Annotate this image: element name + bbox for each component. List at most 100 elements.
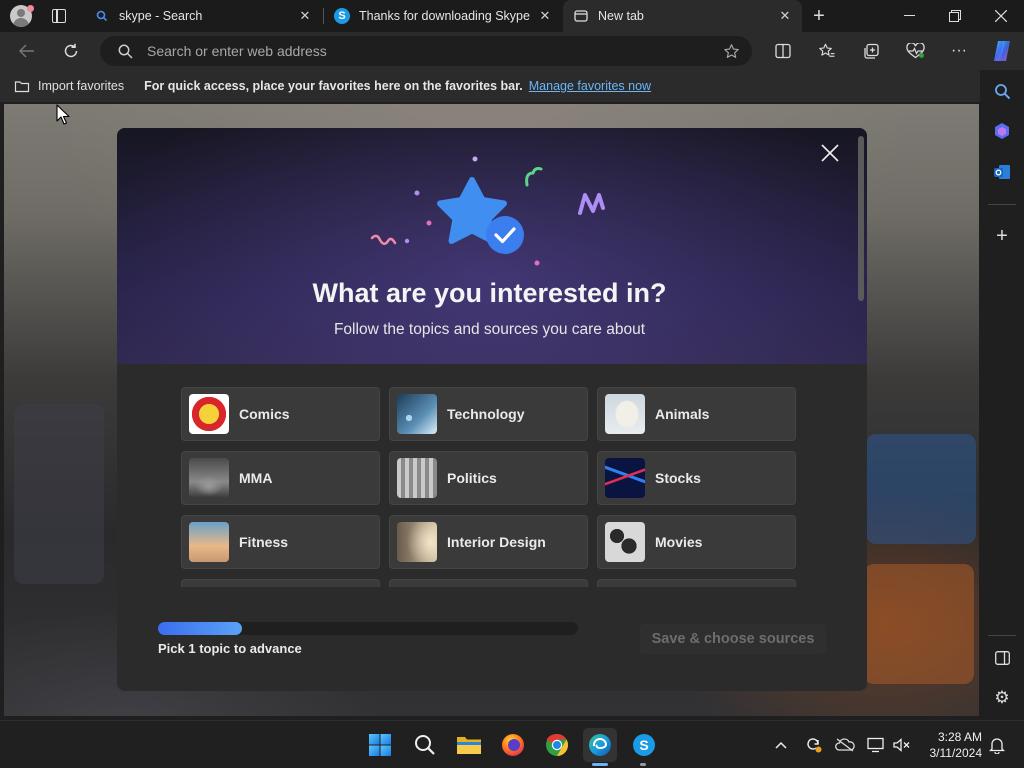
mouse-cursor bbox=[56, 104, 70, 125]
back-arrow-icon[interactable] bbox=[12, 36, 42, 66]
restore-button[interactable] bbox=[932, 0, 978, 32]
skype-running-indicator bbox=[640, 763, 646, 766]
topic-stocks[interactable]: Stocks bbox=[597, 451, 796, 505]
star-check-illustration bbox=[370, 156, 605, 266]
taskbar: S 3:28 AM 3/11/2024 bbox=[0, 720, 1024, 768]
new-tab-button[interactable]: + bbox=[808, 4, 830, 28]
import-favorites-button[interactable]: Import favorites bbox=[38, 79, 124, 93]
sidebar-divider bbox=[988, 635, 1016, 636]
tab-new-tab[interactable]: New tab ✕ bbox=[563, 0, 802, 32]
animals-thumbnail bbox=[605, 394, 645, 434]
close-tab-icon[interactable]: ✕ bbox=[294, 5, 316, 27]
sidebar-divider bbox=[988, 204, 1016, 205]
import-favorites-icon bbox=[14, 79, 30, 93]
chrome-icon[interactable] bbox=[540, 728, 574, 762]
close-tab-icon[interactable]: ✕ bbox=[534, 5, 556, 27]
topic-label: Comics bbox=[239, 406, 290, 422]
refresh-icon[interactable] bbox=[56, 36, 86, 66]
topic-row-partial[interactable] bbox=[389, 579, 588, 587]
technology-thumbnail bbox=[397, 394, 437, 434]
split-screen-icon[interactable] bbox=[768, 36, 798, 66]
sidebar-outlook-icon[interactable] bbox=[987, 157, 1017, 187]
topic-interior-design[interactable]: Interior Design bbox=[389, 515, 588, 569]
firefox-icon[interactable] bbox=[496, 728, 530, 762]
topic-movies[interactable]: Movies bbox=[597, 515, 796, 569]
network-icon[interactable] bbox=[866, 735, 886, 755]
edge-sidebar: + ⚙ bbox=[980, 70, 1024, 718]
favorite-star-icon[interactable] bbox=[723, 43, 740, 60]
copilot-icon[interactable] bbox=[987, 36, 1017, 66]
address-input[interactable] bbox=[147, 43, 723, 59]
movies-thumbnail bbox=[605, 522, 645, 562]
dialog-scrollbar[interactable] bbox=[858, 136, 864, 301]
skype-icon: S bbox=[334, 8, 350, 24]
topic-label: Fitness bbox=[239, 534, 289, 550]
windows-start-icon[interactable] bbox=[363, 728, 397, 762]
tab-title: skype - Search bbox=[119, 9, 203, 23]
progress-label: Pick 1 topic to advance bbox=[158, 641, 302, 656]
topics-scroll-fade bbox=[177, 587, 807, 617]
topic-label: Politics bbox=[447, 470, 497, 486]
collections-icon[interactable] bbox=[856, 36, 886, 66]
progress-fill bbox=[158, 622, 242, 635]
blurred-card bbox=[864, 564, 974, 684]
profile-alert-dot bbox=[27, 5, 34, 12]
close-window-button[interactable] bbox=[978, 0, 1024, 32]
svg-text:S: S bbox=[639, 737, 648, 753]
topic-label: MMA bbox=[239, 470, 273, 486]
browser-essentials-icon[interactable] bbox=[900, 36, 930, 66]
favorites-icon[interactable] bbox=[812, 36, 842, 66]
topic-label: Movies bbox=[655, 534, 703, 550]
topic-politics[interactable]: Politics bbox=[389, 451, 588, 505]
skype-taskbar-icon[interactable]: S bbox=[627, 728, 661, 762]
favorites-bar: Import favorites For quick access, place… bbox=[0, 70, 980, 102]
topic-row-partial[interactable] bbox=[597, 579, 796, 587]
system-clock[interactable]: 3:28 AM 3/11/2024 bbox=[918, 729, 983, 761]
topic-animals[interactable]: Animals bbox=[597, 387, 796, 441]
address-bar[interactable] bbox=[100, 36, 752, 66]
volume-muted-icon[interactable] bbox=[892, 735, 912, 755]
onedrive-icon[interactable] bbox=[835, 735, 855, 755]
progress-track bbox=[158, 622, 578, 635]
more-options-icon[interactable]: ··· bbox=[944, 36, 974, 66]
topic-label: Stocks bbox=[655, 470, 701, 486]
tab-thanks-skype[interactable]: S Thanks for downloading Skype ✕ bbox=[324, 0, 562, 32]
add-sidebar-app-icon[interactable]: + bbox=[987, 221, 1017, 251]
save-and-choose-sources-button[interactable]: Save & choose sources bbox=[640, 624, 826, 654]
topic-comics[interactable]: Comics bbox=[181, 387, 380, 441]
favorites-bar-message: For quick access, place your favorites h… bbox=[144, 79, 523, 93]
close-dialog-button[interactable] bbox=[817, 140, 843, 166]
interior-design-thumbnail bbox=[397, 522, 437, 562]
sidebar-search-icon[interactable] bbox=[987, 76, 1017, 106]
topic-mma[interactable]: MMA bbox=[181, 451, 380, 505]
edge-icon[interactable] bbox=[583, 728, 617, 762]
topic-label: Interior Design bbox=[447, 534, 546, 550]
hide-sidebar-icon[interactable] bbox=[987, 643, 1017, 673]
settings-gear-icon[interactable]: ⚙ bbox=[987, 683, 1017, 713]
dialog-subtitle: Follow the topics and sources you care a… bbox=[333, 321, 646, 338]
topic-row-partial[interactable] bbox=[181, 579, 380, 587]
mma-thumbnail bbox=[189, 458, 229, 498]
minimize-button[interactable] bbox=[886, 0, 932, 32]
tab-actions-icon[interactable] bbox=[52, 9, 66, 23]
clock-date: 3/11/2024 bbox=[929, 746, 983, 760]
update-sync-icon[interactable] bbox=[803, 735, 823, 755]
interests-dialog: What are you interested in? Follow the t… bbox=[117, 128, 867, 691]
close-tab-icon[interactable]: ✕ bbox=[774, 5, 796, 27]
dialog-title: What are you interested in? bbox=[312, 278, 667, 308]
topic-technology[interactable]: Technology bbox=[389, 387, 588, 441]
tab-title: New tab bbox=[598, 9, 644, 23]
sidebar-copilot-icon[interactable] bbox=[987, 116, 1017, 146]
file-explorer-icon[interactable] bbox=[452, 728, 486, 762]
tab-strip: skype - Search ✕ S Thanks for downloadin… bbox=[0, 0, 1024, 32]
newtab-icon bbox=[573, 8, 589, 24]
notifications-bell-icon[interactable] bbox=[987, 735, 1007, 755]
taskbar-search-icon[interactable] bbox=[408, 728, 442, 762]
search-icon bbox=[118, 44, 133, 59]
blurred-card bbox=[866, 434, 976, 544]
tab-skype-search[interactable]: skype - Search ✕ bbox=[84, 0, 322, 32]
manage-favorites-link[interactable]: Manage favorites now bbox=[529, 79, 651, 93]
show-hidden-icons-chevron-icon[interactable] bbox=[771, 735, 791, 755]
topic-fitness[interactable]: Fitness bbox=[181, 515, 380, 569]
comics-thumbnail bbox=[189, 394, 229, 434]
